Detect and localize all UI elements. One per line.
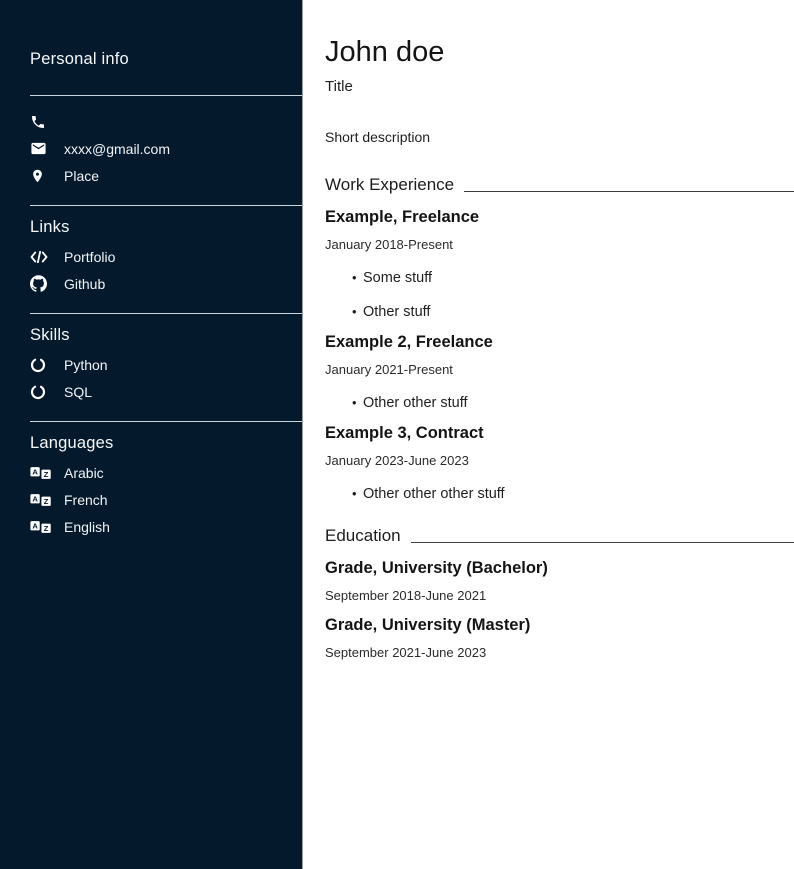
contact-item-email: xxxx@gmail.com: [30, 135, 302, 162]
education-heading: Education: [325, 526, 794, 546]
bullet-item: Other other stuff: [352, 395, 794, 411]
entry-bullets: Other other other stuff: [325, 486, 794, 502]
languages-list: AZ Arabic AZ French AZ English: [30, 459, 302, 540]
divider: [30, 313, 302, 314]
section-title: Education: [325, 526, 401, 546]
name-heading: John doe: [325, 36, 794, 69]
education-entry: Grade, University (Master) September 202…: [325, 616, 794, 660]
skill-item-python: Python: [30, 351, 302, 378]
divider: [30, 205, 302, 206]
section-rule: [411, 542, 794, 543]
svg-text:Z: Z: [44, 497, 49, 506]
entry-title: Grade, University (Bachelor): [325, 559, 794, 578]
entry-title: Example 2, Freelance: [325, 333, 794, 352]
github-icon: [30, 275, 52, 292]
github-link-label: Github: [64, 276, 105, 292]
language-label: English: [64, 519, 110, 535]
svg-text:A: A: [32, 521, 38, 530]
svg-text:Z: Z: [44, 470, 49, 479]
skills-heading: Skills: [30, 326, 302, 345]
entry-date: September 2018-June 2021: [325, 588, 794, 603]
entry-date: January 2018-Present: [325, 237, 794, 252]
language-item-french: AZ French: [30, 486, 302, 513]
education-entry: Grade, University (Bachelor) September 2…: [325, 559, 794, 603]
short-description: Short description: [325, 129, 794, 145]
place-value: Place: [64, 168, 99, 184]
divider: [30, 421, 302, 422]
circle-notch-icon: [30, 384, 52, 400]
entry-bullets: Other other stuff: [325, 395, 794, 411]
links-list: Portfolio Github: [30, 243, 302, 297]
language-icon: AZ: [30, 493, 52, 507]
experience-entry: Example, Freelance January 2018-Present …: [325, 208, 794, 320]
job-title: Title: [325, 78, 794, 95]
work-experience-heading: Work Experience: [325, 175, 794, 195]
languages-heading: Languages: [30, 434, 302, 453]
skill-item-sql: SQL: [30, 378, 302, 405]
contact-list: xxxx@gmail.com Place: [30, 108, 302, 189]
skill-label: SQL: [64, 384, 92, 400]
language-icon: AZ: [30, 520, 52, 534]
code-icon: [30, 250, 52, 264]
entry-title: Example, Freelance: [325, 208, 794, 227]
entry-date: January 2023-June 2023: [325, 453, 794, 468]
portfolio-link-label: Portfolio: [64, 249, 115, 265]
entry-date: January 2021-Present: [325, 362, 794, 377]
bullet-item: Some stuff: [352, 270, 794, 286]
experience-entry: Example 3, Contract January 2023-June 20…: [325, 424, 794, 502]
phone-icon: [30, 114, 52, 130]
sidebar: Personal info xxxx@gmail.com Place: [0, 0, 303, 869]
svg-text:A: A: [32, 494, 38, 503]
skills-list: Python SQL: [30, 351, 302, 405]
section-rule: [464, 191, 794, 192]
personal-info-heading: Personal info: [30, 50, 302, 69]
bullet-item: Other other other stuff: [352, 486, 794, 502]
links-heading: Links: [30, 218, 302, 237]
location-icon: [30, 168, 52, 184]
contact-item-place: Place: [30, 162, 302, 189]
contact-item-phone: [30, 108, 302, 135]
entry-title: Example 3, Contract: [325, 424, 794, 443]
experience-entry: Example 2, Freelance January 2021-Presen…: [325, 333, 794, 411]
language-label: French: [64, 492, 108, 508]
link-item-github[interactable]: Github: [30, 270, 302, 297]
svg-text:A: A: [32, 467, 38, 476]
language-label: Arabic: [64, 465, 104, 481]
entry-title: Grade, University (Master): [325, 616, 794, 635]
divider: [30, 95, 302, 96]
link-item-portfolio[interactable]: Portfolio: [30, 243, 302, 270]
language-icon: AZ: [30, 466, 52, 480]
section-title: Work Experience: [325, 175, 454, 195]
entry-bullets: Some stuff Other stuff: [325, 270, 794, 320]
svg-text:Z: Z: [44, 524, 49, 533]
bullet-item: Other stuff: [352, 304, 794, 320]
entry-date: September 2021-June 2023: [325, 645, 794, 660]
main-content: John doe Title Short description Work Ex…: [303, 0, 794, 869]
circle-notch-icon: [30, 357, 52, 373]
language-item-english: AZ English: [30, 513, 302, 540]
skill-label: Python: [64, 357, 108, 373]
envelope-icon: [30, 140, 52, 157]
language-item-arabic: AZ Arabic: [30, 459, 302, 486]
email-value: xxxx@gmail.com: [64, 141, 170, 157]
resume-page: Personal info xxxx@gmail.com Place: [0, 0, 794, 869]
